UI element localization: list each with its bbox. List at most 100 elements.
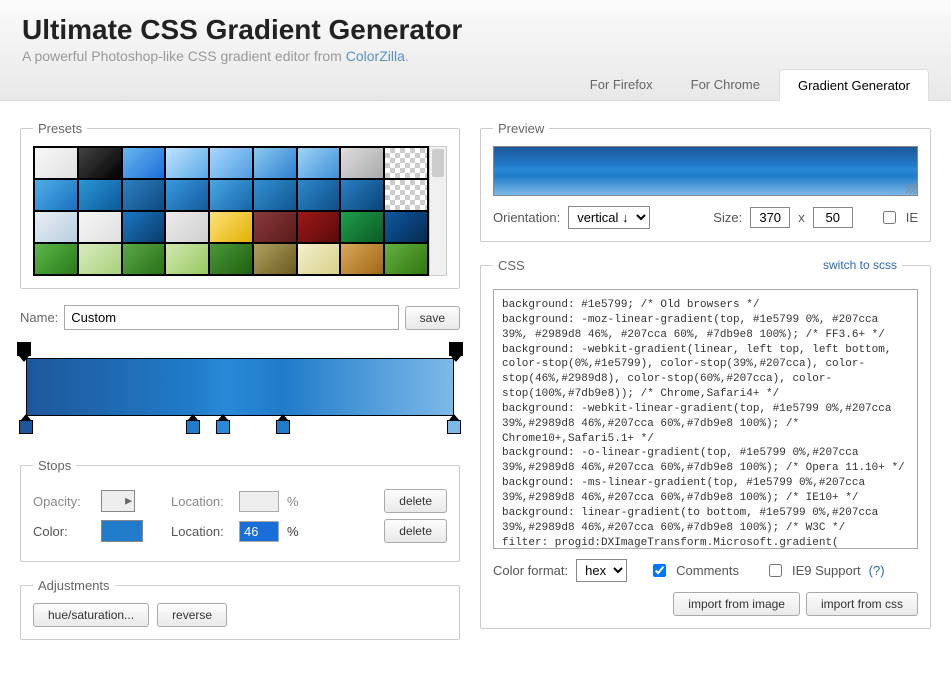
preview-box — [493, 146, 918, 196]
preset-swatch[interactable] — [209, 179, 253, 211]
ie9-checkbox[interactable] — [769, 564, 782, 577]
opacity-stop-handle[interactable] — [449, 342, 463, 356]
nav-tabs: For FirefoxFor ChromeGradient Generator — [0, 68, 951, 100]
delete-color-button[interactable]: delete — [384, 519, 447, 543]
preset-swatch[interactable] — [122, 179, 166, 211]
preset-swatch[interactable] — [297, 147, 341, 179]
preset-swatch[interactable] — [122, 243, 166, 275]
hue-saturation-button[interactable]: hue/saturation... — [33, 603, 149, 627]
color-stop-handle[interactable] — [19, 420, 33, 434]
color-stop-handle[interactable] — [447, 420, 461, 434]
stops-legend: Stops — [33, 458, 76, 473]
preview-legend: Preview — [493, 121, 549, 136]
ie-checkbox[interactable] — [883, 211, 896, 224]
ie9-help-icon[interactable]: (?) — [869, 563, 885, 578]
color-location-label: Location: — [171, 524, 231, 539]
preset-swatch[interactable] — [340, 243, 384, 275]
preset-swatch[interactable] — [209, 243, 253, 275]
preset-swatch[interactable] — [78, 147, 122, 179]
preset-swatch[interactable] — [253, 243, 297, 275]
opacity-location-label: Location: — [171, 494, 231, 509]
preset-swatch[interactable] — [165, 179, 209, 211]
preset-swatch[interactable] — [384, 211, 428, 243]
preset-swatch[interactable] — [253, 147, 297, 179]
opacity-stops-track[interactable] — [24, 344, 456, 356]
comments-label: Comments — [676, 563, 739, 578]
preset-swatch[interactable] — [253, 211, 297, 243]
preset-swatch[interactable] — [122, 211, 166, 243]
preset-swatch[interactable] — [34, 211, 78, 243]
preset-swatch[interactable] — [122, 147, 166, 179]
size-height-input[interactable] — [813, 207, 853, 228]
preset-swatch[interactable] — [384, 243, 428, 275]
preset-swatch[interactable] — [209, 147, 253, 179]
resize-handle-icon[interactable] — [906, 184, 916, 194]
preset-swatch[interactable] — [340, 179, 384, 211]
preset-swatch[interactable] — [78, 211, 122, 243]
color-label: Color: — [33, 524, 93, 539]
orientation-label: Orientation: — [493, 210, 560, 225]
preset-swatch[interactable] — [165, 147, 209, 179]
preset-swatch[interactable] — [340, 211, 384, 243]
import-css-button[interactable]: import from css — [806, 592, 918, 616]
gradient-strip[interactable] — [26, 358, 454, 416]
orientation-select[interactable]: vertical ↓ — [568, 206, 650, 229]
adjustments-panel: Adjustments hue/saturation... reverse — [20, 578, 460, 640]
tab-for-chrome[interactable]: For Chrome — [672, 68, 779, 100]
color-stops-track[interactable] — [26, 416, 454, 432]
preset-swatch[interactable] — [34, 147, 78, 179]
color-format-label: Color format: — [493, 563, 568, 578]
adjustments-legend: Adjustments — [33, 578, 115, 593]
preset-swatch[interactable] — [253, 179, 297, 211]
size-width-input[interactable] — [750, 207, 790, 228]
preset-swatch[interactable] — [384, 179, 428, 211]
color-location-input[interactable] — [239, 521, 279, 542]
page-subtitle: A powerful Photoshop-like CSS gradient e… — [0, 48, 951, 68]
presets-grid — [33, 146, 429, 276]
opacity-swatch[interactable]: ▶ — [101, 490, 135, 512]
save-button[interactable]: save — [405, 306, 460, 330]
color-stop-handle[interactable] — [186, 420, 200, 434]
preset-swatch[interactable] — [78, 243, 122, 275]
css-panel: CSS switch to scss background: #1e5799; … — [480, 258, 931, 629]
comments-checkbox[interactable] — [653, 564, 666, 577]
scrollbar-thumb[interactable] — [432, 149, 444, 177]
name-label: Name: — [20, 310, 58, 325]
preset-swatch[interactable] — [34, 179, 78, 211]
preset-swatch[interactable] — [340, 147, 384, 179]
size-x: x — [798, 210, 805, 225]
presets-scrollbar[interactable] — [429, 146, 447, 276]
page-title: Ultimate CSS Gradient Generator — [0, 0, 951, 48]
percent-label: % — [287, 524, 299, 539]
import-image-button[interactable]: import from image — [673, 592, 800, 616]
color-swatch[interactable] — [101, 520, 143, 542]
tab-gradient-generator[interactable]: Gradient Generator — [779, 69, 929, 101]
preset-swatch[interactable] — [384, 147, 428, 179]
reverse-button[interactable]: reverse — [157, 603, 227, 627]
preset-swatch[interactable] — [165, 243, 209, 275]
color-format-select[interactable]: hex — [576, 559, 627, 582]
preset-swatch[interactable] — [297, 179, 341, 211]
preset-swatch[interactable] — [78, 179, 122, 211]
preset-swatch[interactable] — [209, 211, 253, 243]
css-legend: CSS — [498, 258, 525, 273]
presets-panel: Presets — [20, 121, 460, 289]
preset-swatch[interactable] — [297, 243, 341, 275]
ie9-label: IE9 Support — [792, 563, 861, 578]
name-input[interactable] — [64, 305, 398, 330]
opacity-label: Opacity: — [33, 494, 93, 509]
color-stop-handle[interactable] — [216, 420, 230, 434]
color-stop-handle[interactable] — [276, 420, 290, 434]
colorzilla-link[interactable]: ColorZilla — [346, 48, 405, 64]
preset-swatch[interactable] — [165, 211, 209, 243]
css-output[interactable]: background: #1e5799; /* Old browsers */ … — [493, 289, 918, 549]
tab-for-firefox[interactable]: For Firefox — [571, 68, 672, 100]
preset-swatch[interactable] — [297, 211, 341, 243]
opacity-stop-handle[interactable] — [17, 342, 31, 356]
switch-scss-link[interactable]: switch to scss — [823, 258, 897, 272]
percent-label: % — [287, 494, 299, 509]
ie-label: IE — [906, 210, 918, 225]
delete-opacity-button[interactable]: delete — [384, 489, 447, 513]
preset-swatch[interactable] — [34, 243, 78, 275]
opacity-location-input[interactable] — [239, 491, 279, 512]
